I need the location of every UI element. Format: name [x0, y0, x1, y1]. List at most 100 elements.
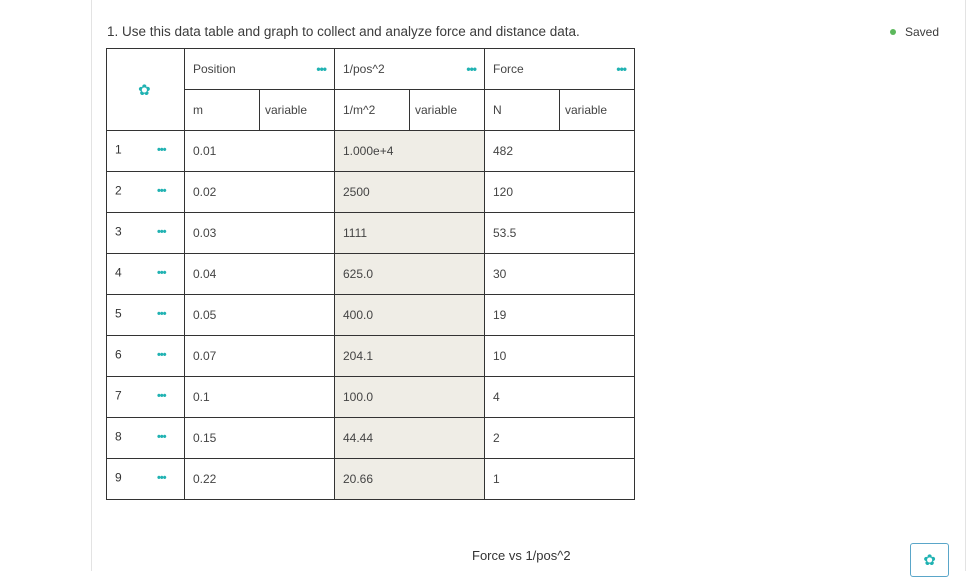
- graph-settings-button[interactable]: ✿: [910, 543, 949, 577]
- row-menu-ellipsis-icon[interactable]: •••: [157, 267, 167, 279]
- position-cell[interactable]: 0.22: [184, 458, 335, 500]
- unit-position: m: [193, 103, 203, 117]
- position-value: 0.01: [193, 144, 217, 158]
- force-cell[interactable]: 10: [484, 335, 635, 377]
- table-row: 8 ••• 0.15 44.44 2: [106, 417, 635, 459]
- row-menu-ellipsis-icon[interactable]: •••: [157, 144, 167, 156]
- column-header-inv-pos2[interactable]: 1/pos^2 •••: [334, 48, 485, 90]
- inv-pos2-cell[interactable]: 204.1: [334, 335, 485, 377]
- row-menu-ellipsis-icon[interactable]: •••: [157, 349, 167, 361]
- row-number: 9: [115, 470, 122, 485]
- row-menu-ellipsis-icon[interactable]: •••: [157, 185, 167, 197]
- saved-dot-icon: [890, 29, 896, 35]
- force-value: 10: [493, 349, 507, 363]
- type-cell-inv-pos2[interactable]: variable: [409, 89, 485, 131]
- row-number: 7: [115, 388, 122, 403]
- force-value: 30: [493, 267, 507, 281]
- force-cell[interactable]: 482: [484, 130, 635, 172]
- row-number: 1: [115, 142, 122, 157]
- row-menu-ellipsis-icon[interactable]: •••: [157, 226, 167, 238]
- inv-pos2-value: 204.1: [343, 349, 374, 363]
- gear-icon[interactable]: ✿: [138, 81, 151, 99]
- inv-pos2-value: 20.66: [343, 472, 374, 486]
- inv-pos2-value: 100.0: [343, 390, 374, 404]
- table-row: 4 ••• 0.04 625.0 30: [106, 253, 635, 295]
- unit-cell-inv-pos2[interactable]: 1/m^2: [334, 89, 410, 131]
- table-row: 5 ••• 0.05 400.0 19: [106, 294, 635, 336]
- inv-pos2-cell[interactable]: 1111: [334, 212, 485, 254]
- inv-pos2-cell[interactable]: 1.000e+4: [334, 130, 485, 172]
- force-value: 1: [493, 472, 500, 486]
- table-row: 6 ••• 0.07 204.1 10: [106, 335, 635, 377]
- type-cell-force[interactable]: variable: [559, 89, 635, 131]
- position-value: 0.15: [193, 431, 217, 445]
- unit-cell-position[interactable]: m: [184, 89, 260, 131]
- inv-pos2-cell[interactable]: 20.66: [334, 458, 485, 500]
- column-menu-ellipsis-icon[interactable]: •••: [466, 62, 477, 76]
- table-row: 3 ••• 0.03 1111 53.5: [106, 212, 635, 254]
- force-value: 4: [493, 390, 500, 404]
- position-value: 0.03: [193, 226, 217, 240]
- column-name-position: Position: [193, 62, 236, 76]
- force-value: 482: [493, 144, 514, 158]
- force-cell[interactable]: 53.5: [484, 212, 635, 254]
- force-value: 120: [493, 185, 514, 199]
- position-cell[interactable]: 0.02: [184, 171, 335, 213]
- content-left-border: [91, 0, 92, 571]
- position-cell[interactable]: 0.04: [184, 253, 335, 295]
- position-cell[interactable]: 0.15: [184, 417, 335, 459]
- position-cell[interactable]: 0.03: [184, 212, 335, 254]
- position-cell[interactable]: 0.01: [184, 130, 335, 172]
- position-cell[interactable]: 0.05: [184, 294, 335, 336]
- column-menu-ellipsis-icon[interactable]: •••: [316, 62, 327, 76]
- inv-pos2-cell[interactable]: 100.0: [334, 376, 485, 418]
- force-cell[interactable]: 2: [484, 417, 635, 459]
- type-force: variable: [565, 103, 608, 117]
- inv-pos2-value: 1.000e+4: [343, 144, 394, 158]
- inv-pos2-cell[interactable]: 2500: [334, 171, 485, 213]
- inv-pos2-value: 44.44: [343, 431, 374, 445]
- position-value: 0.04: [193, 267, 217, 281]
- column-name-force: Force: [493, 62, 524, 76]
- row-number: 6: [115, 347, 122, 362]
- row-index-cell: 5 •••: [106, 294, 185, 336]
- force-value: 19: [493, 308, 507, 322]
- row-index-cell: 9 •••: [106, 458, 185, 500]
- position-value: 0.02: [193, 185, 217, 199]
- row-menu-ellipsis-icon[interactable]: •••: [157, 308, 167, 320]
- type-inv-pos2: variable: [415, 103, 458, 117]
- column-header-position[interactable]: Position •••: [184, 48, 335, 90]
- saved-label: Saved: [905, 25, 940, 39]
- row-number: 2: [115, 183, 122, 198]
- force-value: 2: [493, 431, 500, 445]
- table-row: 2 ••• 0.02 2500 120: [106, 171, 635, 213]
- inv-pos2-cell[interactable]: 400.0: [334, 294, 485, 336]
- row-menu-ellipsis-icon[interactable]: •••: [157, 472, 167, 484]
- column-header-force[interactable]: Force •••: [484, 48, 635, 90]
- position-value: 0.05: [193, 308, 217, 322]
- force-cell[interactable]: 19: [484, 294, 635, 336]
- row-index-cell: 6 •••: [106, 335, 185, 377]
- row-number: 8: [115, 429, 122, 444]
- content-right-border: [965, 0, 966, 571]
- column-menu-ellipsis-icon[interactable]: •••: [616, 62, 627, 76]
- table-settings-cell: ✿: [106, 48, 185, 131]
- unit-inv-pos2: 1/m^2: [343, 103, 376, 117]
- graph-title: Force vs 1/pos^2: [472, 548, 571, 563]
- position-cell[interactable]: 0.1: [184, 376, 335, 418]
- inv-pos2-cell[interactable]: 44.44: [334, 417, 485, 459]
- question-text: 1. Use this data table and graph to coll…: [107, 24, 580, 39]
- gear-icon: ✿: [923, 552, 936, 569]
- table-row: 9 ••• 0.22 20.66 1: [106, 458, 635, 500]
- force-cell[interactable]: 1: [484, 458, 635, 500]
- data-table: ✿ Position ••• 1/pos^2 ••• Force ••• m v…: [106, 48, 635, 500]
- inv-pos2-cell[interactable]: 625.0: [334, 253, 485, 295]
- force-cell[interactable]: 4: [484, 376, 635, 418]
- force-cell[interactable]: 120: [484, 171, 635, 213]
- unit-cell-force[interactable]: N: [484, 89, 560, 131]
- force-cell[interactable]: 30: [484, 253, 635, 295]
- row-menu-ellipsis-icon[interactable]: •••: [157, 431, 167, 443]
- row-menu-ellipsis-icon[interactable]: •••: [157, 390, 167, 402]
- position-cell[interactable]: 0.07: [184, 335, 335, 377]
- type-cell-position[interactable]: variable: [259, 89, 335, 131]
